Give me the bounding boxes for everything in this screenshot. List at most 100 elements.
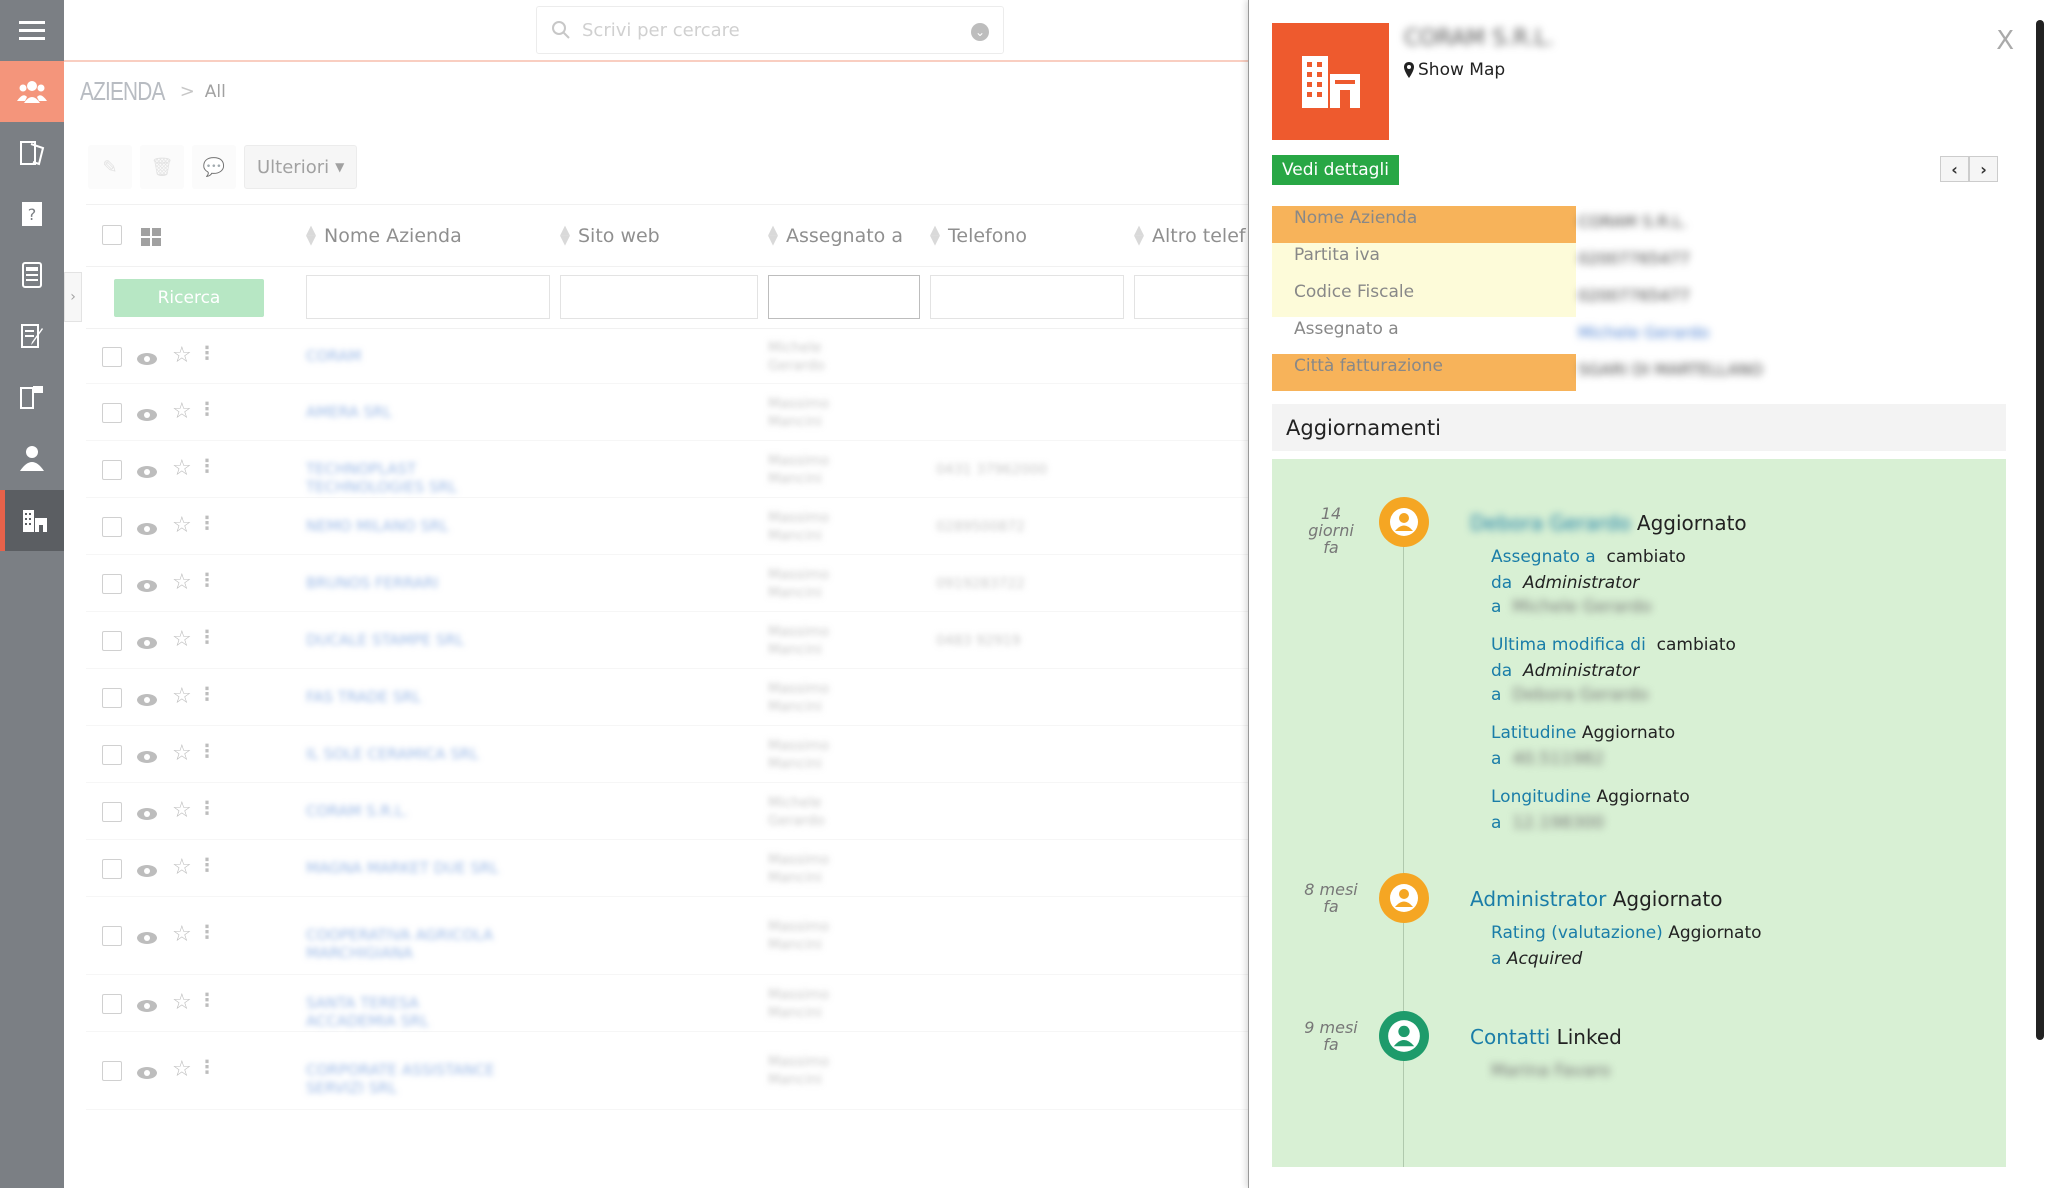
user-icon[interactable]: [0, 427, 64, 488]
eye-icon[interactable]: [136, 931, 158, 945]
more-icon[interactable]: ⋮: [198, 513, 216, 534]
more-icon[interactable]: ⋮: [198, 399, 216, 420]
eye-icon[interactable]: [136, 522, 158, 536]
more-actions-button[interactable]: Ulteriori ▼: [244, 145, 358, 189]
row-checkbox[interactable]: [102, 460, 122, 480]
col-nome-azienda[interactable]: ▲ ▼ Nome Azienda: [306, 224, 462, 247]
comment-icon[interactable]: 💬: [192, 145, 236, 189]
global-search[interactable]: Scrivi per cercare ⌄: [536, 6, 1004, 54]
table-row[interactable]: ☆ ⋮ CORPORATE ASSISTANCE SERVIZI SRL Massim…: [86, 1032, 1248, 1110]
star-icon[interactable]: ☆: [172, 399, 192, 424]
star-icon[interactable]: ☆: [172, 1057, 192, 1082]
more-icon[interactable]: ⋮: [198, 343, 216, 364]
company-name-cell[interactable]: NEMO MILANO SRL: [306, 517, 449, 535]
team-icon[interactable]: [0, 61, 64, 122]
star-icon[interactable]: ☆: [172, 570, 192, 595]
device-icon[interactable]: [0, 366, 64, 427]
more-icon[interactable]: ⋮: [198, 627, 216, 648]
field-key[interactable]: Rating (valutazione): [1491, 923, 1663, 943]
eye-icon[interactable]: [136, 352, 158, 366]
table-row[interactable]: ☆ ⋮ AMERA SRL Massimo Mancini: [86, 384, 1248, 441]
table-row[interactable]: ☆ ⋮ BRUNOS FERRARI Massimo Mancini 091928372…: [86, 555, 1248, 612]
row-checkbox[interactable]: [102, 926, 122, 946]
trash-icon[interactable]: 🗑: [140, 145, 184, 189]
star-icon[interactable]: ☆: [172, 456, 192, 481]
documents-icon[interactable]: [0, 122, 64, 183]
star-icon[interactable]: ☆: [172, 513, 192, 538]
module-title[interactable]: AZIENDA: [80, 76, 165, 107]
company-name-cell[interactable]: SANTA TERESA ACCADEMIA SRL: [306, 994, 506, 1030]
star-icon[interactable]: ☆: [172, 855, 192, 880]
table-row[interactable]: ☆ ⋮ MAGNA MARKET DUE SRL Massimo Mancini: [86, 840, 1248, 897]
row-checkbox[interactable]: [102, 994, 122, 1014]
eye-icon[interactable]: [136, 999, 158, 1013]
company-name-cell[interactable]: TECHNOPLAST TECHNOLOGIES SRL: [306, 460, 506, 496]
row-checkbox[interactable]: [102, 859, 122, 879]
table-row[interactable]: ☆ ⋮ NEMO MILANO SRL Massimo Mancini 02895008…: [86, 498, 1248, 555]
field-key[interactable]: Latitudine: [1491, 723, 1576, 743]
star-icon[interactable]: ☆: [172, 922, 192, 947]
more-icon[interactable]: ⋮: [198, 570, 216, 591]
more-icon[interactable]: ⋮: [198, 456, 216, 477]
show-map-link[interactable]: Show Map: [1404, 60, 1505, 80]
company-name-cell[interactable]: CORAM: [306, 347, 361, 365]
field-key[interactable]: Assegnato a: [1491, 547, 1596, 567]
more-icon[interactable]: ⋮: [198, 741, 216, 762]
company-name-cell[interactable]: BRUNOS FERRARI: [306, 574, 438, 592]
table-row[interactable]: ☆ ⋮ SANTA TERESA ACCADEMIA SRL Massimo Manc…: [86, 975, 1248, 1032]
more-icon[interactable]: ⋮: [198, 1057, 216, 1078]
module-link[interactable]: Contatti: [1470, 1025, 1550, 1049]
actor-link[interactable]: Administrator: [1470, 887, 1606, 911]
company-name-cell[interactable]: FAS TRADE SRL: [306, 688, 421, 706]
company-name-cell[interactable]: CORAM S.R.L.: [306, 802, 408, 820]
edit-doc-icon[interactable]: [0, 305, 64, 366]
field-value[interactable]: Michele Gerardo: [1578, 323, 1709, 342]
company-name-cell[interactable]: MAGNA MARKET DUE SRL: [306, 859, 499, 877]
col-sito-web[interactable]: ▲ ▼ Sito web: [560, 224, 660, 247]
row-checkbox[interactable]: [102, 1061, 122, 1081]
more-icon[interactable]: ⋮: [198, 990, 216, 1011]
row-checkbox[interactable]: [102, 574, 122, 594]
edit-icon[interactable]: ✎: [88, 145, 132, 189]
row-checkbox[interactable]: [102, 347, 122, 367]
table-row[interactable]: ☆ ⋮ CORAM S.R.L. Michele Gerardo: [86, 783, 1248, 840]
company-name-cell[interactable]: AMERA SRL: [306, 403, 392, 421]
star-icon[interactable]: ☆: [172, 798, 192, 823]
expand-filters-toggle[interactable]: ›: [64, 272, 82, 322]
more-icon[interactable]: ⋮: [198, 855, 216, 876]
eye-icon[interactable]: [136, 408, 158, 422]
close-button[interactable]: X: [1996, 26, 2014, 56]
eye-icon[interactable]: [136, 579, 158, 593]
table-row[interactable]: ☆ ⋮ IL SOLE CERAMICA SRL Massimo Mancini: [86, 726, 1248, 783]
col-telefono[interactable]: ▲ ▼ Telefono: [930, 224, 1027, 247]
star-icon[interactable]: ☆: [172, 343, 192, 368]
company-icon[interactable]: [0, 490, 64, 551]
filter-assegnato[interactable]: [768, 275, 920, 319]
field-key[interactable]: Ultima modifica di: [1491, 635, 1646, 655]
search-button[interactable]: Ricerca: [114, 279, 264, 317]
filter-altro-telefono[interactable]: [1134, 275, 1254, 319]
row-checkbox[interactable]: [102, 745, 122, 765]
more-icon[interactable]: ⋮: [198, 684, 216, 705]
more-icon[interactable]: ⋮: [198, 798, 216, 819]
col-assegnato[interactable]: ▲ ▼ Assegnato a: [768, 224, 903, 247]
eye-icon[interactable]: [136, 693, 158, 707]
eye-icon[interactable]: [136, 1066, 158, 1080]
row-checkbox[interactable]: [102, 403, 122, 423]
eye-icon[interactable]: [136, 465, 158, 479]
grid-icon[interactable]: [140, 227, 162, 247]
company-name-cell[interactable]: COOPERATIVA AGRICOLA MARCHIGIANA: [306, 926, 506, 962]
details-button[interactable]: Vedi dettagli: [1272, 155, 1399, 185]
select-all-checkbox[interactable]: [102, 225, 122, 245]
eye-icon[interactable]: [136, 636, 158, 650]
filter-nome-azienda[interactable]: [306, 275, 550, 319]
filter-sito-web[interactable]: [560, 275, 758, 319]
eye-icon[interactable]: [136, 750, 158, 764]
scrollbar[interactable]: [2032, 0, 2048, 1188]
row-checkbox[interactable]: [102, 631, 122, 651]
next-record-icon[interactable]: ›: [1969, 156, 1998, 182]
filter-telefono[interactable]: [930, 275, 1124, 319]
calculator-icon[interactable]: [0, 244, 64, 305]
row-checkbox[interactable]: [102, 517, 122, 537]
actor-link[interactable]: Debora Gerardo: [1470, 511, 1631, 535]
